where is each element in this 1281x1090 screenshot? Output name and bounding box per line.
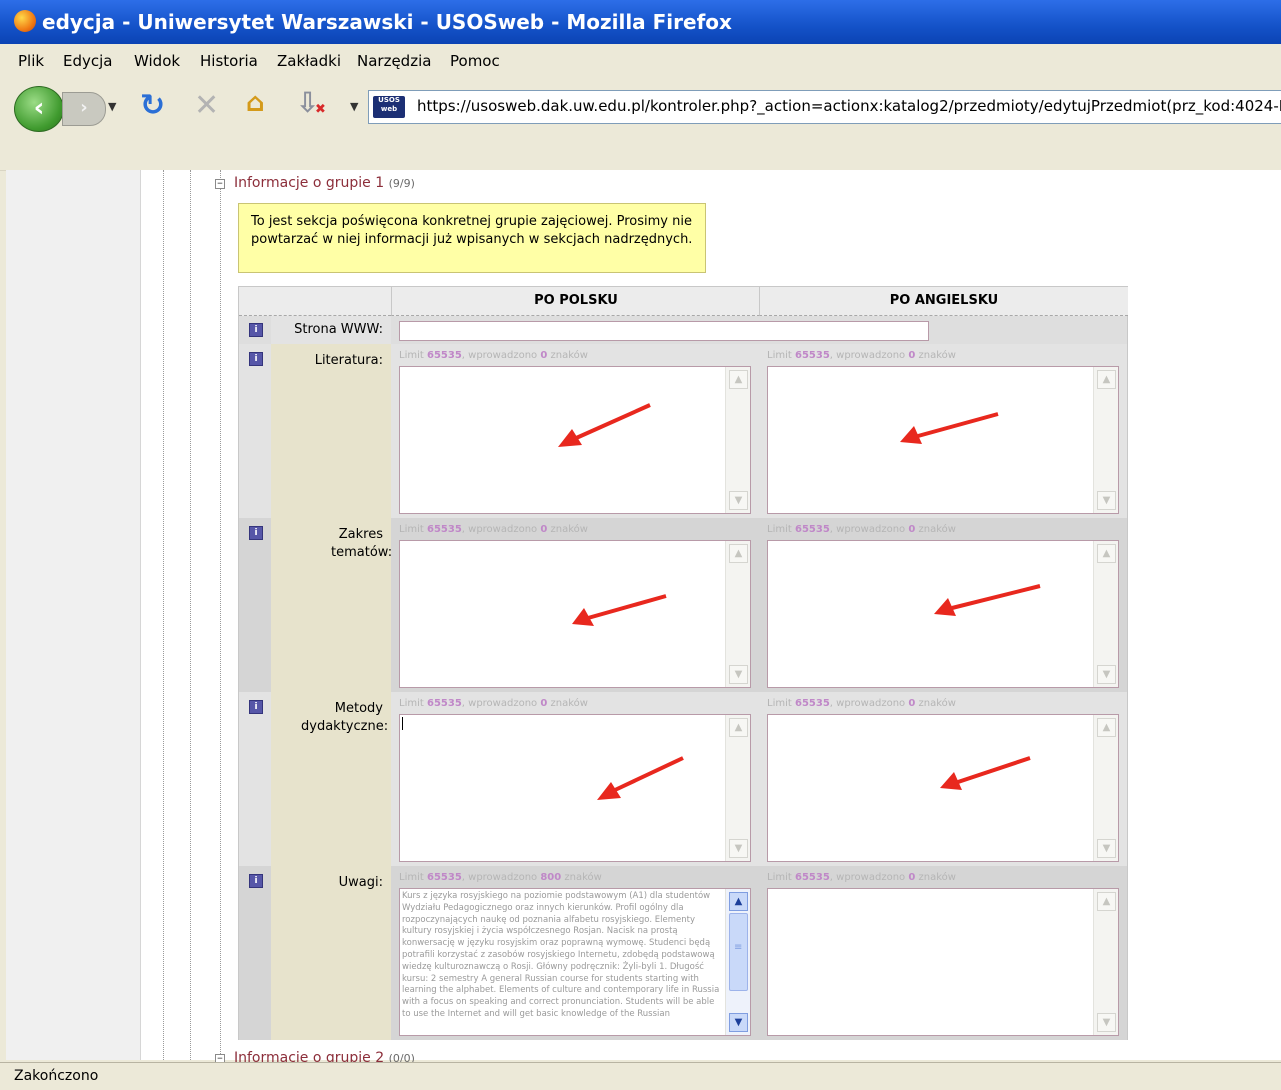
char-limit-en: Limit 65535, wprowadzono 0 znaków (767, 872, 956, 883)
scrollbar[interactable]: ▲▼ (725, 541, 750, 687)
left-sidebar (6, 170, 141, 1060)
char-limit-en: Limit 65535, wprowadzono 0 znaków (767, 524, 956, 535)
scroll-down-icon[interactable]: ▼ (729, 1013, 748, 1032)
annotation-arrow-icon (934, 584, 1041, 616)
annotation-arrow-icon (940, 756, 1031, 790)
char-limit-pl: Limit 65535, wprowadzono 0 znaków (399, 350, 588, 361)
scrollbar[interactable]: ▲▼ (1093, 715, 1118, 861)
scroll-up-icon[interactable]: ▲ (1097, 718, 1116, 737)
menu-pomoc[interactable]: Pomoc (450, 52, 500, 70)
tree-guide-line (190, 170, 191, 1060)
history-dropdown-icon[interactable]: ▼ (108, 100, 116, 113)
back-icon[interactable]: ‹ (14, 86, 64, 132)
scroll-up-icon[interactable]: ▲ (729, 370, 748, 389)
group-info-form: PO POLSKU PO ANGIELSKU i Strona WWW: i L… (238, 286, 1128, 1040)
info-icon[interactable]: i (249, 323, 263, 337)
menu-zakladki[interactable]: Zakładki (277, 52, 341, 70)
scroll-up-icon[interactable]: ▲ (729, 544, 748, 563)
bookmarks-bar (0, 136, 1281, 171)
info-icon[interactable]: i (249, 352, 263, 366)
menu-widok[interactable]: Widok (134, 52, 180, 70)
scroll-up-icon[interactable]: ▲ (729, 892, 748, 911)
annotation-arrow-icon (597, 756, 684, 800)
title-bar: edycja - Uniwersytet Warszawski - USOSwe… (0, 0, 1281, 44)
scrollbar[interactable]: ▲▼ (1093, 889, 1118, 1035)
scroll-up-icon[interactable]: ▲ (729, 718, 748, 737)
stop-icon[interactable]: ✕ (194, 88, 219, 123)
window-title: edycja - Uniwersytet Warszawski - USOSwe… (42, 10, 732, 34)
column-header-english: PO ANGIELSKU (759, 287, 1128, 316)
scroll-down-icon[interactable]: ▼ (1097, 491, 1116, 510)
reload-icon[interactable]: ↻ (140, 88, 165, 123)
char-limit-pl: Limit 65535, wprowadzono 0 znaków (399, 524, 588, 535)
scroll-thumb[interactable] (729, 913, 748, 991)
scroll-down-icon[interactable]: ▼ (1097, 665, 1116, 684)
info-icon[interactable]: i (249, 700, 263, 714)
home-icon[interactable]: ⌂ (246, 88, 265, 118)
download-dropdown-icon[interactable]: ▼ (350, 100, 358, 113)
scrollbar[interactable]: ▲▼ (1093, 541, 1118, 687)
scrollbar[interactable]: ▲▼ (725, 367, 750, 513)
tree-guide-line (220, 170, 221, 1060)
status-text: Zakończono (14, 1068, 99, 1084)
scroll-up-icon[interactable]: ▲ (1097, 544, 1116, 563)
tree-guide-line (163, 170, 164, 1060)
scroll-down-icon[interactable]: ▼ (1097, 1013, 1116, 1032)
row-uwagi: i Uwagi: Limit 65535, wprowadzono 800 zn… (239, 866, 1127, 1040)
char-limit-en: Limit 65535, wprowadzono 0 znaków (767, 698, 956, 709)
download-error-icon: ✖ (315, 102, 326, 117)
www-input[interactable] (399, 321, 929, 341)
scrollbar[interactable]: ▲▼ (1093, 367, 1118, 513)
collapse-toggle-icon[interactable]: − (215, 179, 225, 189)
menu-bar: Plik Edycja Widok Historia Zakładki Narz… (0, 44, 1281, 76)
textarea-uwagi-en[interactable]: ▲ ▼ (767, 888, 1119, 1036)
char-limit-pl: Limit 65535, wprowadzono 800 znaków (399, 872, 602, 883)
menu-historia[interactable]: Historia (200, 52, 258, 70)
scroll-up-icon[interactable]: ▲ (1097, 892, 1116, 911)
scroll-down-icon[interactable]: ▼ (729, 491, 748, 510)
textarea-uwagi-pl[interactable]: Kurs z języka rosyjskiego na poziomie po… (399, 888, 751, 1036)
char-limit-en: Limit 65535, wprowadzono 0 znaków (767, 350, 956, 361)
annotation-arrow-icon (900, 412, 999, 444)
text-caret (402, 717, 403, 730)
scroll-up-icon[interactable]: ▲ (1097, 370, 1116, 389)
section-title[interactable]: Informacje o grupie 1 (9/9) (234, 175, 415, 191)
uwagi-pl-text: Kurs z języka rosyjskiego na poziomie po… (402, 891, 720, 1019)
label-metody-dydaktyczne: Metody dydaktyczne: (271, 692, 391, 866)
usos-site-icon: USOS web (373, 96, 405, 118)
menu-narzedzia[interactable]: Narzędzia (357, 52, 431, 70)
label-literatura: Literatura: (271, 344, 391, 518)
info-icon[interactable]: i (249, 874, 263, 888)
annotation-arrow-icon (572, 594, 667, 626)
scroll-down-icon[interactable]: ▼ (1097, 839, 1116, 858)
annotation-arrow-icon (558, 403, 651, 447)
info-icon[interactable]: i (249, 526, 263, 540)
forward-icon[interactable]: › (62, 92, 106, 126)
scrollbar[interactable]: ▲▼ (725, 715, 750, 861)
label-zakres-tematow: Zakres tematów: (271, 518, 392, 692)
textarea-metody-pl[interactable]: ▲ ▼ (399, 714, 751, 862)
url-text[interactable]: https://usosweb.dak.uw.edu.pl/kontroler.… (417, 97, 1281, 115)
menu-edycja[interactable]: Edycja (63, 52, 112, 70)
status-bar: Zakończono (0, 1062, 1281, 1090)
label-www: Strona WWW: (271, 316, 391, 344)
scroll-down-icon[interactable]: ▼ (729, 839, 748, 858)
header-spacer (239, 287, 391, 316)
section-notice: To jest sekcja poświęcona konkretnej gru… (238, 203, 706, 273)
char-limit-pl: Limit 65535, wprowadzono 0 znaków (399, 698, 588, 709)
firefox-icon (14, 10, 36, 32)
url-bar[interactable]: USOS web https://usosweb.dak.uw.edu.pl/k… (368, 90, 1281, 124)
scrollbar[interactable]: ▲▼ (725, 889, 750, 1035)
scroll-down-icon[interactable]: ▼ (729, 665, 748, 684)
label-uwagi: Uwagi: (271, 866, 391, 1040)
column-header-polish: PO POLSKU (391, 287, 760, 316)
menu-plik[interactable]: Plik (18, 52, 44, 70)
row-www: i Strona WWW: (239, 316, 1127, 344)
